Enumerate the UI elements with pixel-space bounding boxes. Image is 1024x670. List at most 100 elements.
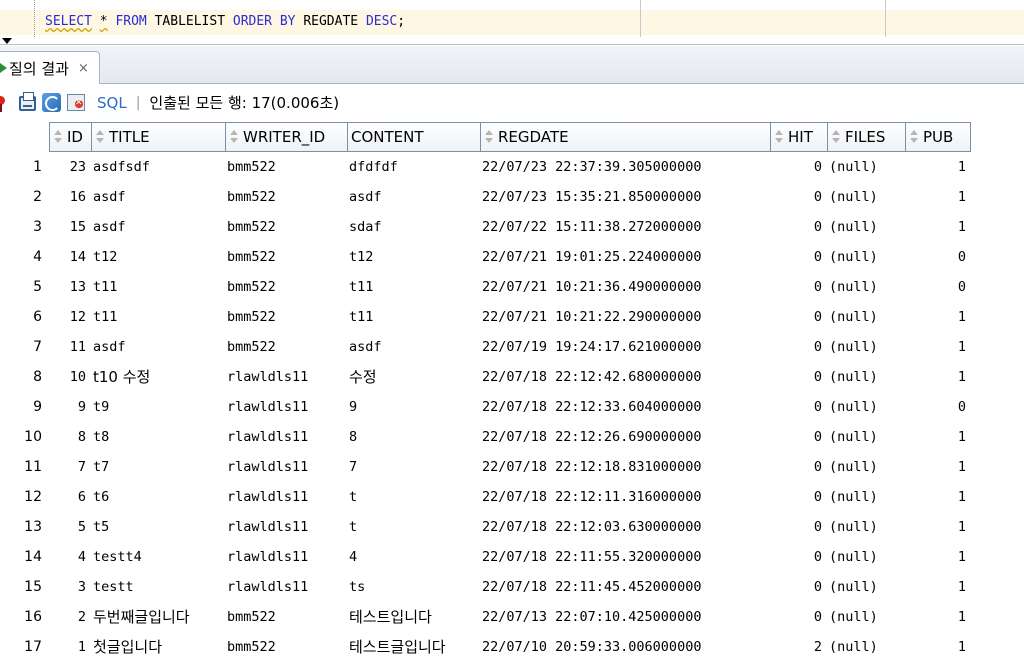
cell-regdate[interactable]: 22/07/18 22:12:26.690000000 (480, 422, 770, 452)
cell-pub[interactable]: 1 (905, 512, 971, 542)
cell-content[interactable]: asdf (347, 182, 480, 212)
cell-title[interactable]: t11 (91, 272, 225, 302)
result-grid[interactable]: ID TITLE WRITER_ID CONTENT REGDATE HIT F… (0, 120, 1024, 670)
cell-hit[interactable]: 0 (770, 392, 827, 422)
refresh-icon[interactable] (42, 93, 61, 112)
cell-regdate[interactable]: 22/07/19 19:24:17.621000000 (480, 332, 770, 362)
cell-hit[interactable]: 0 (770, 362, 827, 392)
cell-title[interactable]: asdf (91, 212, 225, 242)
cell-pub[interactable]: 1 (905, 182, 971, 212)
panel-splitter[interactable] (0, 37, 1024, 45)
cell-regdate[interactable]: 22/07/21 19:01:25.224000000 (480, 242, 770, 272)
cell-regdate[interactable]: 22/07/22 15:11:38.272000000 (480, 212, 770, 242)
table-row[interactable]: 4 14 t12 bmm522 t12 22/07/21 19:01:25.2240000… (0, 242, 1024, 272)
cell-title[interactable]: 첫글입니다 (91, 632, 225, 662)
cell-writer-id[interactable]: bmm522 (225, 242, 347, 272)
column-header-regdate[interactable]: REGDATE (480, 122, 770, 152)
table-row[interactable]: 9 9 t9 rlawldls11 9 22/07/18 22:12:33.6040000… (0, 392, 1024, 422)
cell-id[interactable]: 6 (49, 482, 91, 512)
cell-id[interactable]: 16 (49, 182, 91, 212)
table-row[interactable]: 16 2 두번째글입니다 bmm522 테스트입니다 22/07/13 22:07:10.… (0, 602, 1024, 632)
cell-files[interactable]: (null) (827, 452, 905, 482)
cell-pub[interactable]: 1 (905, 332, 971, 362)
cell-hit[interactable]: 0 (770, 602, 827, 632)
column-header-pub[interactable]: PUB (905, 122, 971, 152)
cell-files[interactable]: (null) (827, 362, 905, 392)
cell-hit[interactable]: 0 (770, 422, 827, 452)
cell-title[interactable]: asdf (91, 332, 225, 362)
cell-title[interactable]: asdfsdf (91, 152, 225, 182)
sql-link[interactable]: SQL (97, 94, 127, 112)
cell-title[interactable]: t10 수정 (91, 362, 225, 392)
cell-content[interactable]: t12 (347, 242, 480, 272)
cell-id[interactable]: 4 (49, 542, 91, 572)
cell-content[interactable]: 8 (347, 422, 480, 452)
cell-writer-id[interactable]: rlawldls11 (225, 362, 347, 392)
cell-regdate[interactable]: 22/07/18 22:12:11.316000000 (480, 482, 770, 512)
cell-writer-id[interactable]: rlawldls11 (225, 542, 347, 572)
tab-close-icon[interactable]: × (78, 61, 89, 76)
cell-writer-id[interactable]: bmm522 (225, 302, 347, 332)
cell-writer-id[interactable]: rlawldls11 (225, 452, 347, 482)
cell-hit[interactable]: 0 (770, 212, 827, 242)
cell-regdate[interactable]: 22/07/21 10:21:22.290000000 (480, 302, 770, 332)
cell-regdate[interactable]: 22/07/18 22:11:45.452000000 (480, 572, 770, 602)
cell-pub[interactable]: 0 (905, 242, 971, 272)
table-row[interactable]: 13 5 t5 rlawldls11 t 22/07/18 22:12:03.630000… (0, 512, 1024, 542)
cell-files[interactable]: (null) (827, 212, 905, 242)
column-header-writer-id[interactable]: WRITER_ID (225, 122, 347, 152)
cell-regdate[interactable]: 22/07/18 22:12:42.680000000 (480, 362, 770, 392)
cell-files[interactable]: (null) (827, 632, 905, 662)
cell-hit[interactable]: 2 (770, 632, 827, 662)
cell-id[interactable]: 15 (49, 212, 91, 242)
cell-id[interactable]: 7 (49, 452, 91, 482)
cell-content[interactable]: 테스트입니다 (347, 602, 480, 632)
cell-files[interactable]: (null) (827, 332, 905, 362)
cell-writer-id[interactable]: bmm522 (225, 212, 347, 242)
cell-regdate[interactable]: 22/07/23 15:35:21.850000000 (480, 182, 770, 212)
cell-hit[interactable]: 0 (770, 452, 827, 482)
cell-title[interactable]: t8 (91, 422, 225, 452)
pin-icon[interactable] (0, 94, 10, 112)
table-row[interactable]: 12 6 t6 rlawldls11 t 22/07/18 22:12:11.316000… (0, 482, 1024, 512)
cell-title[interactable]: t12 (91, 242, 225, 272)
cell-files[interactable]: (null) (827, 602, 905, 632)
cell-pub[interactable]: 1 (905, 542, 971, 572)
print-icon[interactable] (19, 92, 36, 111)
cell-id[interactable]: 13 (49, 272, 91, 302)
cell-files[interactable]: (null) (827, 392, 905, 422)
cell-title[interactable]: testt (91, 572, 225, 602)
cell-files[interactable]: (null) (827, 272, 905, 302)
table-row[interactable]: 2 16 asdf bmm522 asdf 22/07/23 15:35:21.85000… (0, 182, 1024, 212)
cell-writer-id[interactable]: bmm522 (225, 182, 347, 212)
cell-pub[interactable]: 1 (905, 422, 971, 452)
cell-hit[interactable]: 0 (770, 182, 827, 212)
cell-title[interactable]: t9 (91, 392, 225, 422)
cell-regdate[interactable]: 22/07/18 22:12:03.630000000 (480, 512, 770, 542)
cell-id[interactable]: 10 (49, 362, 91, 392)
table-row[interactable]: 8 10 t10 수정 rlawldls11 수정 22/07/18 22:12:42.6… (0, 362, 1024, 392)
table-row[interactable]: 7 11 asdf bmm522 asdf 22/07/19 19:24:17.62100… (0, 332, 1024, 362)
cell-files[interactable]: (null) (827, 302, 905, 332)
cell-hit[interactable]: 0 (770, 482, 827, 512)
cell-files[interactable]: (null) (827, 572, 905, 602)
cell-writer-id[interactable]: rlawldls11 (225, 392, 347, 422)
cell-writer-id[interactable]: bmm522 (225, 152, 347, 182)
cell-content[interactable]: asdf (347, 332, 480, 362)
cell-pub[interactable]: 1 (905, 572, 971, 602)
table-row[interactable]: 15 3 testt rlawldls11 ts 22/07/18 22:11:45.45… (0, 572, 1024, 602)
cell-content[interactable]: 7 (347, 452, 480, 482)
cell-hit[interactable]: 0 (770, 272, 827, 302)
cell-writer-id[interactable]: rlawldls11 (225, 572, 347, 602)
cell-id[interactable]: 2 (49, 602, 91, 632)
cell-regdate[interactable]: 22/07/10 20:59:33.006000000 (480, 632, 770, 662)
cell-regdate[interactable]: 22/07/13 22:07:10.425000000 (480, 602, 770, 632)
cell-pub[interactable]: 1 (905, 452, 971, 482)
table-row[interactable]: 14 4 testt4 rlawldls11 4 22/07/18 22:11:55.32… (0, 542, 1024, 572)
sql-editor[interactable]: SELECT * FROM TABLELIST ORDER BY REGDATE… (0, 0, 1024, 37)
cell-hit[interactable]: 0 (770, 302, 827, 332)
column-header-hit[interactable]: HIT (770, 122, 827, 152)
cell-id[interactable]: 12 (49, 302, 91, 332)
cell-id[interactable]: 5 (49, 512, 91, 542)
cell-id[interactable]: 14 (49, 242, 91, 272)
